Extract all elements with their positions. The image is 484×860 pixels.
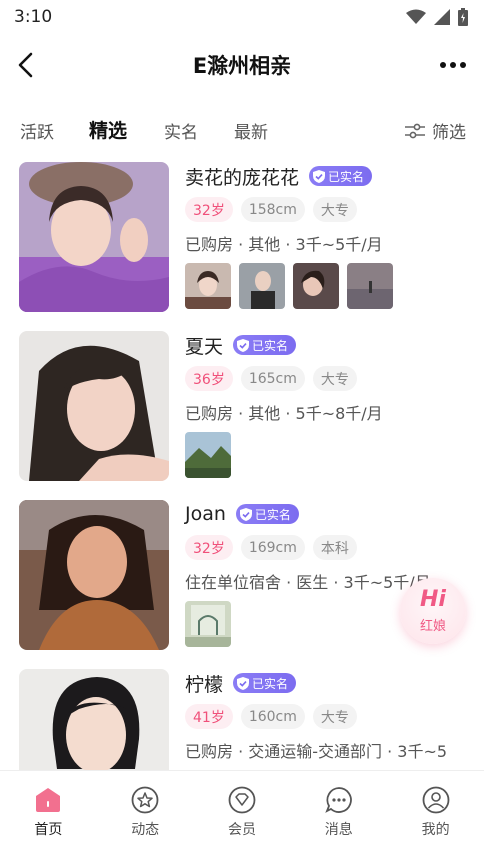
photo-thumbnail[interactable]	[185, 601, 231, 647]
nav-label: 我的	[421, 822, 450, 838]
education-tag: 本科	[312, 535, 357, 560]
height-tag: 169cm	[240, 535, 305, 560]
tab-selected[interactable]: 精选	[89, 116, 128, 145]
profile-card[interactable]: 卖花的庞花花 已实名 32岁 158cm 大专 已购房 · 其他 · 3千~5千…	[0, 160, 484, 312]
hi-logo: Hi	[420, 586, 446, 612]
profile-tags: 32岁 158cm 大专	[185, 197, 357, 222]
nav-label: 首页	[34, 822, 63, 838]
app-header: E滁州相亲	[0, 36, 484, 94]
age-tag: 41岁	[185, 704, 233, 729]
more-dot-icon	[450, 62, 456, 68]
profile-card[interactable]: 夏天 已实名 36岁 165cm 大专 已购房 · 其他 · 5千~8千/月	[0, 329, 484, 481]
shield-check-icon	[239, 507, 252, 521]
profile-name: 夏天	[185, 335, 224, 358]
photo-thumbnail[interactable]	[239, 263, 285, 309]
nav-home[interactable]: 首页	[0, 771, 97, 860]
profile-info: 已购房 · 交通运输-交通部门 · 3千~5	[185, 742, 448, 761]
verified-label: 已实名	[252, 338, 289, 353]
height-tag: 160cm	[240, 704, 305, 729]
chat-bubble-icon	[325, 787, 352, 813]
tab-active[interactable]: 活跃	[20, 118, 54, 143]
education-tag: 大专	[312, 366, 357, 391]
profile-photo[interactable]	[19, 669, 169, 770]
tab-label: 最新	[234, 123, 268, 143]
shield-check-icon	[313, 169, 326, 183]
tab-newest[interactable]: 最新	[234, 118, 268, 143]
tab-verified[interactable]: 实名	[164, 118, 198, 143]
profile-name: Joan	[185, 503, 226, 525]
matchmaker-label: 红娘	[419, 618, 446, 634]
verified-label: 已实名	[252, 676, 289, 691]
chevron-left-icon	[18, 52, 33, 78]
diamond-circle-icon	[228, 786, 256, 814]
wifi-icon	[406, 9, 426, 24]
photo-thumbnails	[185, 263, 393, 309]
nav-moments[interactable]: 动态	[97, 771, 194, 860]
category-tabs: 活跃 精选 实名 最新 筛选	[0, 110, 484, 150]
nav-membership[interactable]: 会员	[194, 771, 291, 860]
height-tag: 165cm	[240, 366, 305, 391]
verified-badge: 已实名	[233, 335, 297, 355]
profile-icon	[422, 786, 449, 814]
nav-label: 会员	[227, 822, 256, 838]
photo-thumbnail[interactable]	[185, 432, 231, 478]
profile-tags: 36岁 165cm 大专	[185, 366, 357, 391]
matchmaker-button[interactable]: Hi 红娘	[400, 578, 466, 644]
profile-photo[interactable]	[19, 331, 169, 481]
education-tag: 大专	[312, 704, 357, 729]
photo-thumbnail[interactable]	[347, 263, 393, 309]
signal-icon	[434, 9, 450, 25]
home-icon	[36, 788, 61, 812]
page-title: E滁州相亲	[192, 54, 292, 78]
verified-badge: 已实名	[309, 166, 373, 186]
age-tag: 36岁	[185, 366, 233, 391]
profile-info: 已购房 · 其他 · 5千~8千/月	[185, 404, 383, 423]
tab-label: 精选	[89, 120, 128, 142]
more-dot-icon	[440, 62, 446, 68]
profile-card[interactable]: 柠檬 已实名 41岁 160cm 大专 已购房 · 交通运输-交通部门 · 3千…	[0, 667, 484, 770]
profile-tags: 32岁 169cm 本科	[185, 535, 357, 560]
photo-thumbnail[interactable]	[185, 263, 231, 309]
bottom-nav: 首页 动态 会员 消息 我的	[0, 770, 484, 860]
age-tag: 32岁	[185, 197, 233, 222]
profile-tags: 41岁 160cm 大专	[185, 704, 357, 729]
photo-thumbnail[interactable]	[293, 263, 339, 309]
profile-photo[interactable]	[19, 162, 169, 312]
battery-icon	[458, 8, 468, 26]
verified-badge: 已实名	[233, 673, 297, 693]
filter-label: 筛选	[432, 123, 466, 143]
more-dot-icon	[460, 62, 466, 68]
verified-label: 已实名	[254, 507, 291, 522]
profile-name: 卖花的庞花花	[185, 166, 300, 189]
education-tag: 大专	[312, 197, 357, 222]
nav-label: 动态	[131, 822, 160, 838]
back-button[interactable]	[10, 48, 40, 82]
tab-label: 实名	[164, 123, 198, 143]
nav-messages[interactable]: 消息	[290, 771, 387, 860]
profile-name: 柠檬	[185, 673, 224, 696]
photo-thumbnails	[185, 601, 231, 647]
filter-button[interactable]: 筛选	[404, 118, 466, 143]
shield-check-icon	[237, 676, 250, 690]
verified-label: 已实名	[328, 169, 365, 184]
verified-badge: 已实名	[235, 504, 299, 524]
status-bar: 3:10	[0, 0, 484, 34]
profile-photo[interactable]	[19, 500, 169, 650]
photo-thumbnails	[185, 432, 231, 478]
status-time: 3:10	[14, 7, 53, 27]
tab-label: 活跃	[20, 123, 54, 143]
nav-label: 消息	[324, 822, 353, 838]
filter-icon	[405, 123, 425, 138]
profile-info: 已购房 · 其他 · 3千~5千/月	[185, 235, 383, 254]
star-circle-icon	[131, 786, 159, 814]
profile-list: 卖花的庞花花 已实名 32岁 158cm 大专 已购房 · 其他 · 3千~5千…	[0, 160, 484, 770]
more-options-button[interactable]	[436, 52, 470, 78]
nav-profile[interactable]: 我的	[387, 771, 484, 860]
height-tag: 158cm	[240, 197, 305, 222]
age-tag: 32岁	[185, 535, 233, 560]
shield-check-icon	[237, 338, 250, 352]
